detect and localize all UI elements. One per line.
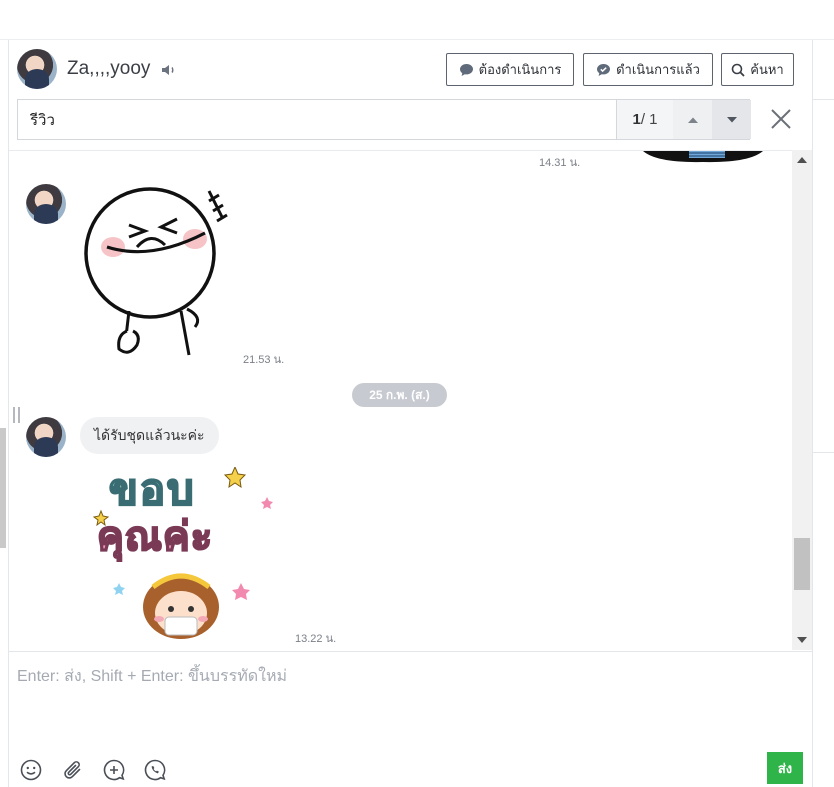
scroll-thumb[interactable] bbox=[794, 538, 810, 590]
send-button[interactable]: ส่ง bbox=[767, 752, 803, 784]
divider bbox=[813, 452, 834, 453]
search-button-label: ค้นหา bbox=[750, 62, 784, 77]
phone-bubble-icon[interactable] bbox=[143, 758, 167, 782]
message-input[interactable] bbox=[9, 652, 809, 742]
message-time: 13.22 น. bbox=[295, 633, 337, 645]
sticker-thank-you[interactable]: ขอบ คุณค่ะ bbox=[91, 467, 277, 641]
scroll-down-arrow[interactable] bbox=[797, 637, 807, 643]
message-search-bar: 1/ 1 bbox=[17, 99, 751, 140]
message-search-input[interactable] bbox=[18, 100, 616, 139]
partial-sticker bbox=[643, 151, 763, 163]
caret-down-icon bbox=[726, 116, 737, 122]
done-button-label: ดำเนินการแล้ว bbox=[616, 62, 700, 77]
top-strip bbox=[0, 0, 834, 40]
chat-bubble-icon bbox=[459, 63, 473, 76]
message-time: 14.31 น. bbox=[539, 157, 581, 169]
sticker-text-line2: คุณค่ะ bbox=[96, 514, 214, 560]
done-button[interactable]: ดำเนินการแล้ว bbox=[583, 53, 713, 86]
contact-name[interactable]: Za,,,,yooy bbox=[67, 58, 150, 80]
scroll-up-arrow[interactable] bbox=[797, 157, 807, 163]
right-side-panel bbox=[812, 40, 834, 787]
caret-up-icon bbox=[687, 117, 698, 123]
search-button[interactable]: ค้นหา bbox=[721, 53, 794, 86]
date-divider: 25 ก.พ. (ส.) bbox=[352, 383, 447, 407]
check-bubble-icon bbox=[597, 63, 611, 76]
search-total: / 1 bbox=[640, 111, 658, 128]
message-bubble[interactable]: ได้รับชุดแล้วนะค่ะ bbox=[80, 417, 219, 454]
divider bbox=[813, 99, 834, 100]
paperclip-icon[interactable] bbox=[61, 758, 85, 782]
avatar[interactable] bbox=[26, 417, 66, 457]
sticker-text-line1: ขอบ bbox=[108, 465, 196, 514]
message-composer: ส่ง bbox=[9, 651, 812, 787]
todo-button-label: ต้องดำเนินการ bbox=[478, 62, 562, 77]
todo-button[interactable]: ต้องดำเนินการ bbox=[446, 53, 574, 86]
chat-messages: 14.31 น. 21.53 น. 25 ก.พ. (ส.) ได้รับชุด… bbox=[9, 150, 792, 650]
emoji-icon[interactable] bbox=[19, 758, 43, 782]
chat-scrollbar[interactable] bbox=[792, 150, 812, 650]
message-time: 21.53 น. bbox=[243, 354, 285, 366]
search-result-count: 1/ 1 bbox=[616, 100, 673, 139]
close-icon[interactable] bbox=[768, 106, 794, 132]
prev-result-button[interactable] bbox=[673, 100, 712, 139]
add-message-icon[interactable] bbox=[102, 758, 126, 782]
avatar[interactable] bbox=[26, 184, 66, 224]
avatar[interactable] bbox=[17, 49, 57, 89]
next-result-button[interactable] bbox=[712, 100, 751, 139]
drag-handle[interactable] bbox=[13, 407, 21, 423]
speaker-icon[interactable] bbox=[161, 63, 177, 77]
search-current-index: 1 bbox=[632, 111, 641, 128]
sticker-laughing[interactable] bbox=[77, 185, 247, 363]
search-icon bbox=[731, 63, 745, 77]
left-scroll-indicator[interactable] bbox=[0, 428, 6, 548]
chat-header: Za,,,,yooy ต้องดำเนินการ ดำเนินการแล้ว ค… bbox=[9, 41, 812, 99]
